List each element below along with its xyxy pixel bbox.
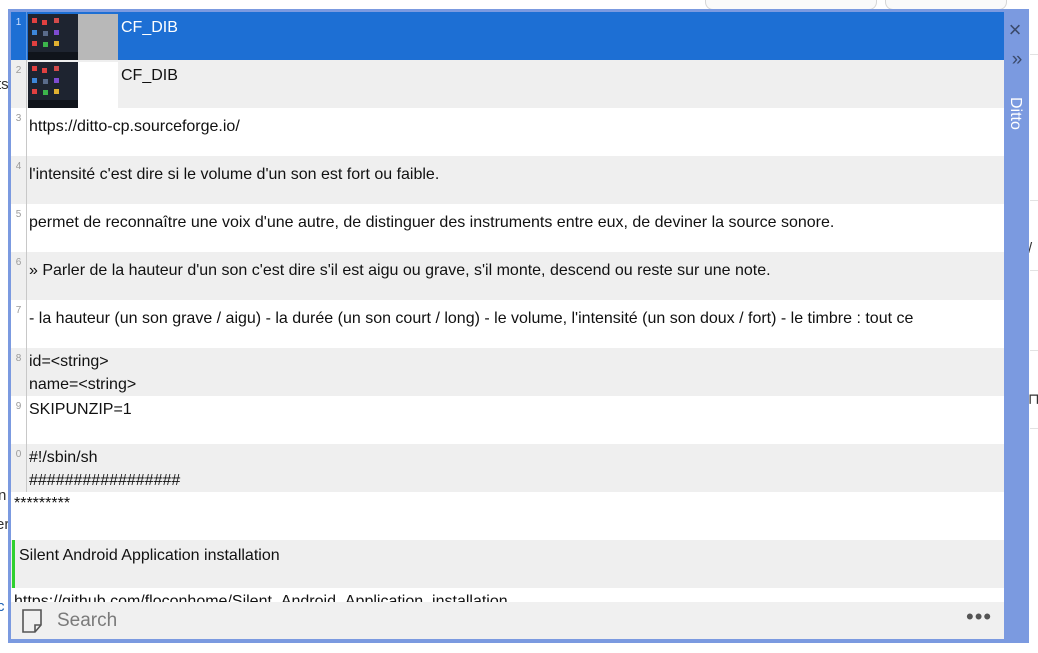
clip-row-5[interactable]: 5 permet de reconnaître une voix d'une a… — [11, 204, 1004, 252]
background-divider — [1030, 270, 1038, 271]
clip-index: 7 — [11, 300, 27, 348]
more-options-icon[interactable]: ••• — [966, 606, 992, 628]
clip-text-line: ################# — [29, 472, 181, 489]
clip-row-12[interactable]: Silent Android Application installation — [11, 540, 1004, 588]
clip-text: permet de reconnaître une voix d'une aut… — [29, 214, 835, 231]
close-icon[interactable]: × — [1004, 19, 1026, 41]
clip-index: 6 — [11, 252, 27, 300]
clip-index: 2 — [11, 60, 27, 108]
clip-text-line: name=<string> — [29, 376, 137, 393]
clip-row-3[interactable]: 3 https://ditto-cp.sourceforge.io/ — [11, 108, 1004, 156]
note-icon[interactable] — [21, 608, 43, 634]
clip-text-line: #!/sbin/sh — [29, 449, 98, 466]
clip-row-6[interactable]: 6 » Parler de la hauteur d'un son c'est … — [11, 252, 1004, 300]
clip-list[interactable]: 1 CF_DIB 2 CF_DIB 3 https://ditto-cp.sou… — [11, 12, 1004, 602]
clip-index: 4 — [11, 156, 27, 204]
clip-text: CF_DIB — [121, 19, 178, 36]
clip-text: l'intensité c'est dire si le volume d'un… — [29, 166, 440, 183]
clip-text-line: id=<string> — [29, 353, 109, 370]
clip-row-4[interactable]: 4 l'intensité c'est dire si le volume d'… — [11, 156, 1004, 204]
clip-index: 3 — [11, 108, 27, 156]
window-title: Ditto — [1007, 97, 1024, 130]
ditto-window: 1 CF_DIB 2 CF_DIB 3 https://ditto-cp.sou… — [8, 9, 1029, 643]
clip-index: 5 — [11, 204, 27, 252]
clip-row-2[interactable]: 2 CF_DIB — [11, 60, 1004, 108]
clip-text: SKIPUNZIP=1 — [29, 401, 132, 418]
background-trash-icon: ⊓ — [1028, 391, 1038, 408]
search-bar: ••• — [11, 602, 1004, 639]
clip-row-11[interactable]: ********* — [11, 492, 1004, 540]
background-divider — [1030, 54, 1038, 55]
clip-text: ********* — [14, 495, 71, 512]
search-input[interactable] — [55, 607, 939, 635]
clip-text: id=<string> name=<string> — [29, 350, 1004, 396]
background-text-fragment: n — [0, 487, 7, 504]
group-marker — [12, 540, 15, 588]
clip-text: #!/sbin/sh ################# — [29, 446, 1004, 492]
clip-row-8[interactable]: 8 id=<string> name=<string> — [11, 348, 1004, 396]
clip-text: https://ditto-cp.sourceforge.io/ — [29, 118, 240, 135]
background-divider — [1030, 200, 1038, 201]
expand-chevron-icon[interactable]: » — [1004, 49, 1026, 71]
clip-thumbnail-image — [28, 14, 118, 60]
clip-text: https://github.com/floconhome/Silent_And… — [14, 593, 508, 602]
clip-row-7[interactable]: 7 - la hauteur (un son grave / aigu) - l… — [11, 300, 1004, 348]
background-text-fragment: c — [0, 598, 5, 615]
clip-text: CF_DIB — [121, 67, 178, 84]
clip-text: » Parler de la hauteur d'un son c'est di… — [29, 262, 771, 279]
clip-row-9[interactable]: 9 SKIPUNZIP=1 — [11, 396, 1004, 444]
clip-row-10[interactable]: 0 #!/sbin/sh ################# — [11, 444, 1004, 492]
clip-thumbnail-image — [28, 62, 118, 108]
clip-index: 1 — [11, 12, 27, 60]
clip-text: - la hauteur (un son grave / aigu) - la … — [29, 310, 914, 327]
background-divider — [1030, 350, 1038, 351]
background-divider — [1030, 428, 1038, 429]
clip-row-1[interactable]: 1 CF_DIB — [11, 12, 1004, 60]
clip-index: 0 — [11, 444, 27, 492]
clip-index: 8 — [11, 348, 27, 396]
clip-text: Silent Android Application installation — [19, 547, 280, 564]
clip-row-13[interactable]: https://github.com/floconhome/Silent_And… — [11, 588, 1004, 602]
clip-index: 9 — [11, 396, 27, 444]
